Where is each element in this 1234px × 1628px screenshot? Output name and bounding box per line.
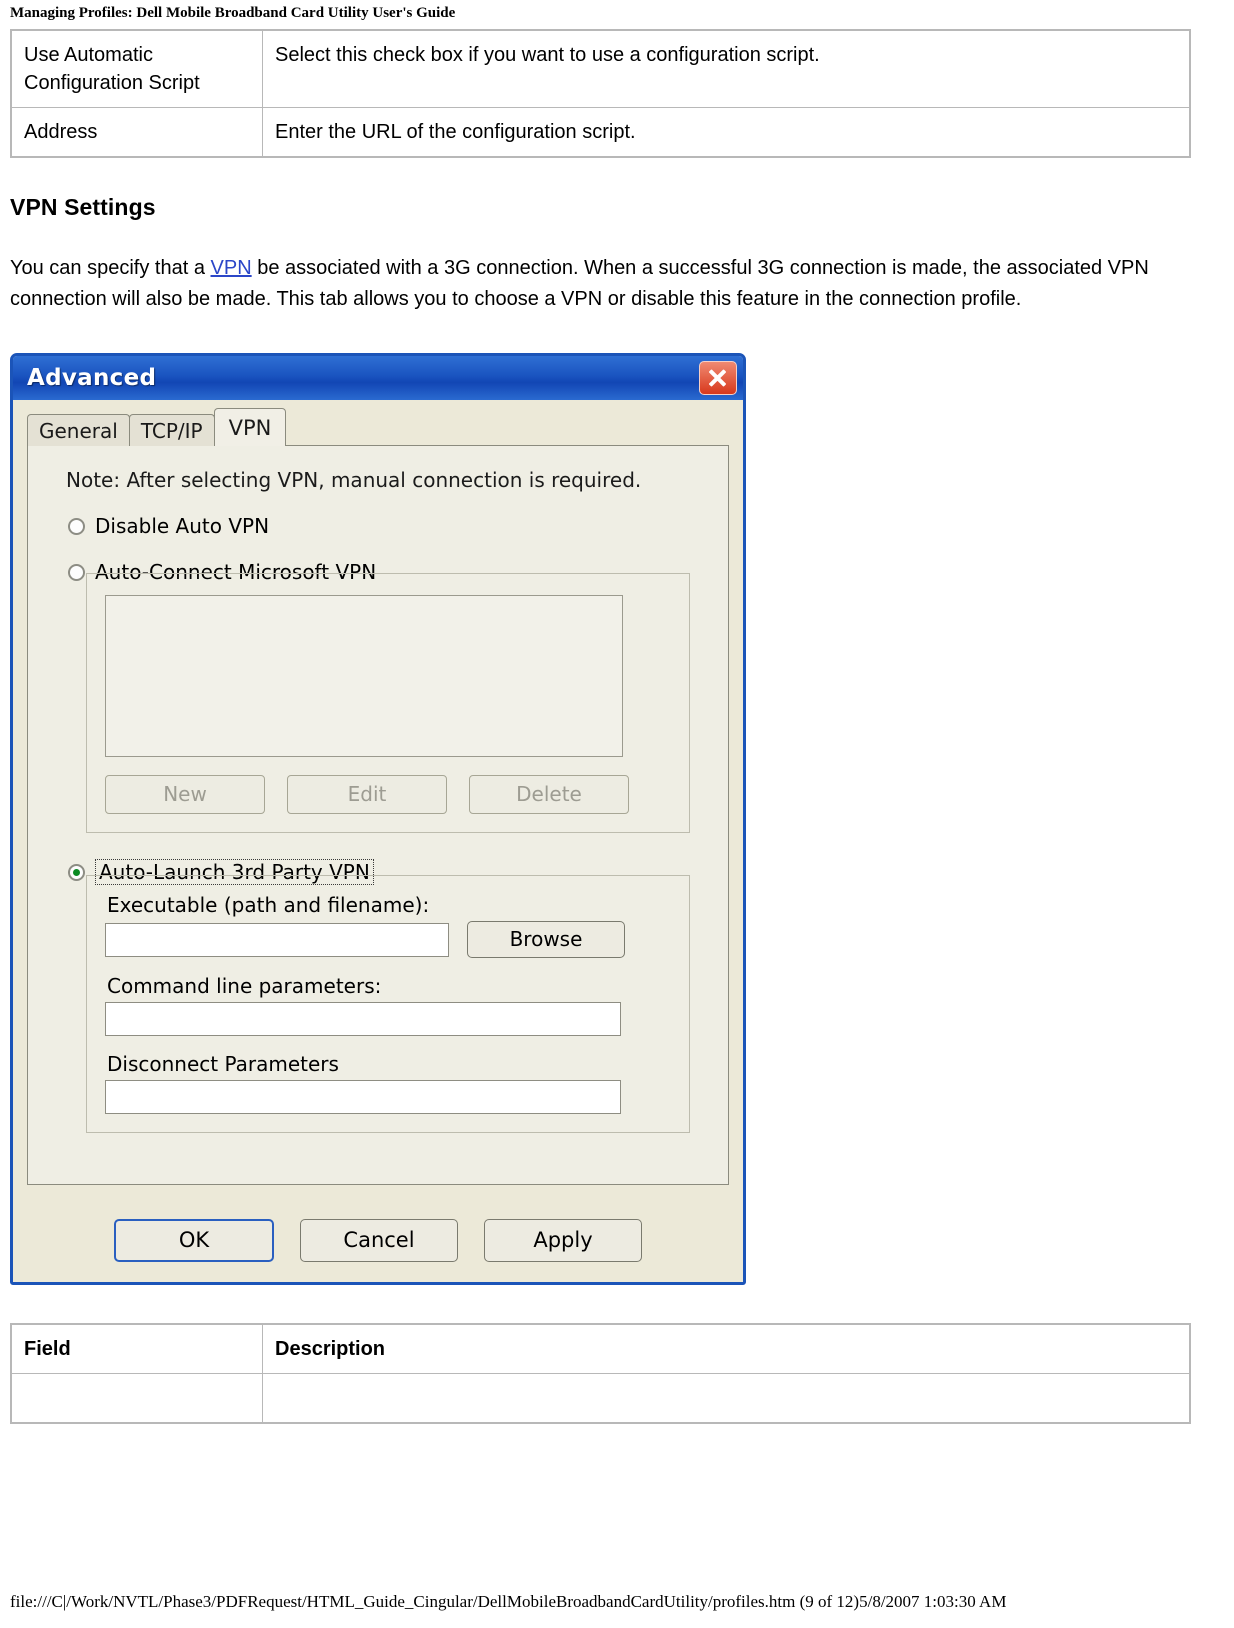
third-party-vpn-group: Executable (path and filename): Browse C… (86, 875, 690, 1133)
tab-tcpip[interactable]: TCP/IP (128, 414, 215, 446)
page-header-title: Managing Profiles: Dell Mobile Broadband… (10, 5, 456, 21)
tab-vpn[interactable]: VPN (213, 408, 287, 446)
close-icon[interactable] (699, 361, 737, 395)
ok-button[interactable]: OK (114, 1219, 274, 1262)
settings-table-top: Use Automatic Configuration Script Selec… (10, 29, 1191, 158)
dialog-title: Advanced (27, 365, 157, 391)
new-button[interactable]: New (105, 775, 265, 814)
settings-table-bottom: Field Description (10, 1323, 1191, 1424)
delete-button[interactable]: Delete (469, 775, 629, 814)
table-cell-field (12, 1374, 263, 1422)
executable-label: Executable (path and filename): (107, 893, 430, 917)
radio-disable-auto-vpn-label: Disable Auto VPN (95, 514, 270, 538)
cancel-button[interactable]: Cancel (300, 1219, 458, 1262)
document-page: Managing Profiles: Dell Mobile Broadband… (0, 0, 1234, 1628)
browse-button[interactable]: Browse (467, 921, 625, 958)
radio-button-icon[interactable] (68, 517, 85, 535)
table-header-field: Field (12, 1325, 263, 1374)
table-header-row: Field Description (12, 1325, 1189, 1374)
footer-file-path: file:///C|/Work/NVTL/Phase3/PDFRequest/H… (10, 1592, 1007, 1611)
disconnect-parameters-label: Disconnect Parameters (107, 1052, 339, 1076)
apply-button[interactable]: Apply (484, 1219, 642, 1262)
table-cell-field: Address (12, 108, 263, 156)
radio-button-icon[interactable] (68, 863, 85, 881)
edit-button[interactable]: Edit (287, 775, 447, 814)
table-row (12, 1374, 1189, 1422)
table-cell-description: Enter the URL of the configuration scrip… (275, 121, 636, 143)
vpn-note-text: Note: After selecting VPN, manual connec… (66, 468, 642, 492)
vpn-connections-listbox[interactable] (105, 595, 623, 757)
vpn-connection-buttons: New Edit Delete (105, 775, 671, 814)
advanced-dialog: Advanced General TCP/IP VPN Note: After … (10, 353, 746, 1285)
radio-disable-auto-vpn[interactable]: Disable Auto VPN (68, 514, 710, 538)
vpn-link[interactable]: VPN (211, 257, 252, 279)
table-cell-field: Use Automatic Configuration Script (12, 31, 263, 108)
dialog-screenshot: Advanced General TCP/IP VPN Note: After … (10, 353, 750, 1285)
dialog-body: General TCP/IP VPN Note: After selecting… (13, 400, 743, 1201)
paragraph-text-part1: You can specify that a (10, 257, 211, 279)
tab-general[interactable]: General (27, 414, 130, 446)
vpn-tab-panel: Note: After selecting VPN, manual connec… (27, 445, 729, 1185)
table-row: Address Enter the URL of the configurati… (12, 108, 1189, 156)
table-row: Use Automatic Configuration Script Selec… (12, 31, 1189, 108)
table-header-description: Description (263, 1325, 1189, 1374)
command-line-input[interactable] (105, 1002, 621, 1036)
radio-button-icon[interactable] (68, 563, 85, 581)
dialog-footer: OK Cancel Apply (13, 1201, 743, 1282)
table-cell-description: Select this check box if you want to use… (263, 31, 1189, 108)
section-heading: VPN Settings (10, 194, 156, 220)
command-line-label: Command line parameters: (107, 974, 382, 998)
executable-row: Browse (105, 921, 671, 958)
executable-input[interactable] (105, 922, 449, 957)
table-cell-description (263, 1374, 1189, 1422)
dialog-titlebar: Advanced (13, 356, 743, 400)
microsoft-vpn-group: New Edit Delete (86, 573, 690, 833)
dialog-tabstrip: General TCP/IP VPN (27, 408, 729, 446)
disconnect-parameters-input[interactable] (105, 1080, 621, 1114)
section-paragraph: You can specify that a VPN be associated… (10, 253, 1190, 315)
